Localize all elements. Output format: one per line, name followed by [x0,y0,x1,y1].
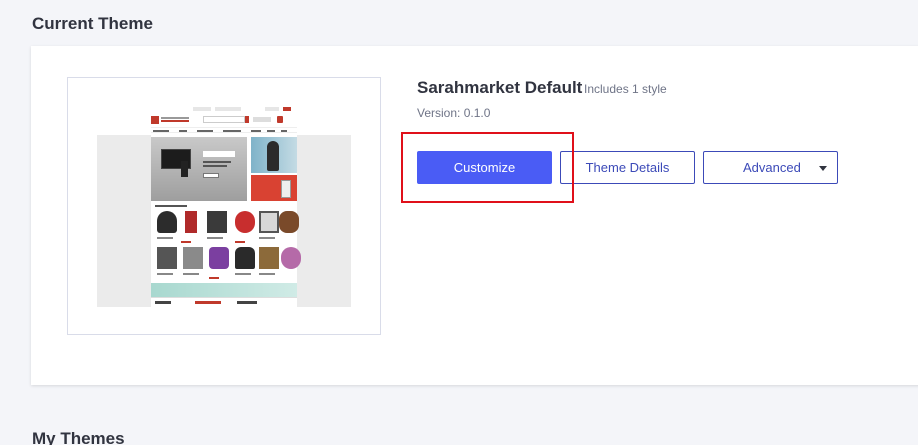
chevron-down-icon [819,166,827,171]
theme-version: Version: 0.1.0 [417,106,491,120]
my-themes-heading: My Themes [32,429,125,445]
store-preview-image [97,105,351,307]
highlight-box [401,132,574,203]
theme-preview-thumbnail [67,77,381,335]
theme-name: Sarahmarket Default [417,78,583,97]
theme-details-button[interactable]: Theme Details [560,151,695,184]
current-theme-card: Sarahmarket Default Includes 1 style Ver… [31,46,918,385]
theme-styles-note: Includes 1 style [584,82,667,96]
advanced-dropdown-button[interactable]: Advanced [703,151,838,184]
current-theme-heading: Current Theme [32,14,153,33]
advanced-label: Advanced [743,160,801,175]
